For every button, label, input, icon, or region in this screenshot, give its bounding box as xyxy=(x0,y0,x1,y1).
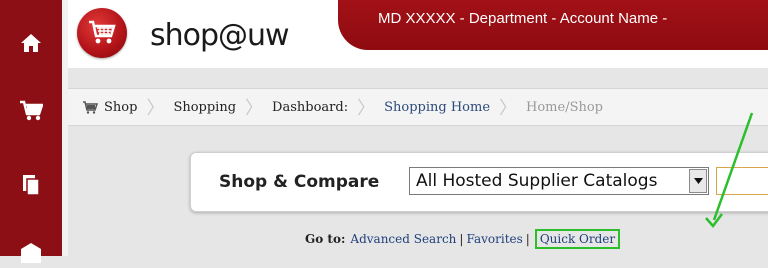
breadcrumb-dashboard[interactable]: Dashboard: 〉 xyxy=(272,94,384,120)
breadcrumb-label: Shopping xyxy=(173,99,237,115)
home-icon[interactable] xyxy=(16,28,46,58)
breadcrumb-separator-icon: 〉 xyxy=(245,98,264,119)
goto-links: Go to: Advanced Search | Favorites | Qui… xyxy=(305,229,621,249)
inbox-icon[interactable] xyxy=(16,238,46,268)
account-info: MD XXXXX - Department - Account Name - xyxy=(378,10,668,27)
account-banner: MD XXXXX - Department - Account Name - xyxy=(338,0,768,50)
breadcrumb-separator-icon: 〉 xyxy=(146,98,165,119)
breadcrumb-separator-icon: 〉 xyxy=(357,98,376,119)
favorites-link[interactable]: Favorites xyxy=(466,232,522,246)
catalog-scope-value: All Hosted Supplier Catalogs xyxy=(416,171,658,191)
breadcrumb-shop[interactable]: Shop 〉 xyxy=(82,94,173,120)
breadcrumb-label: Shop xyxy=(104,99,138,115)
breadcrumb-label: Shopping Home xyxy=(384,99,491,115)
breadcrumb-shopping[interactable]: Shopping 〉 xyxy=(173,94,272,120)
breadcrumb-separator-icon: 〉 xyxy=(499,98,518,119)
shop-and-compare-panel: Shop & Compare All Hosted Supplier Catal… xyxy=(190,152,768,212)
link-separator: | xyxy=(525,232,530,246)
search-input[interactable] xyxy=(716,167,768,195)
cart-icon[interactable] xyxy=(16,96,46,126)
dropdown-arrow-icon[interactable] xyxy=(689,169,707,193)
breadcrumb-label: Home/Shop xyxy=(526,99,604,115)
header: shop@uw MD XXXXX - Department - Account … xyxy=(68,0,768,68)
goto-label: Go to: xyxy=(305,232,346,246)
left-nav-rail xyxy=(0,0,62,263)
documents-icon[interactable] xyxy=(16,170,46,200)
breadcrumb: Shop 〉 Shopping 〉 Dashboard: 〉 Shopping … xyxy=(68,88,768,126)
brand-logo-text[interactable]: shop@uw xyxy=(150,18,290,53)
quick-order-link[interactable]: Quick Order xyxy=(534,229,621,249)
shop-compare-label: Shop & Compare xyxy=(219,172,380,192)
breadcrumb-label: Dashboard: xyxy=(272,99,349,115)
link-separator: | xyxy=(459,232,464,246)
breadcrumb-shopping-home[interactable]: Shopping Home 〉 xyxy=(384,94,526,120)
advanced-search-link[interactable]: Advanced Search xyxy=(350,232,456,246)
cart-small-icon xyxy=(83,100,98,114)
shopping-cart-logo-icon[interactable] xyxy=(77,8,127,58)
catalog-scope-select[interactable]: All Hosted Supplier Catalogs xyxy=(409,167,709,195)
breadcrumb-home-shop: Home/Shop xyxy=(526,100,603,115)
